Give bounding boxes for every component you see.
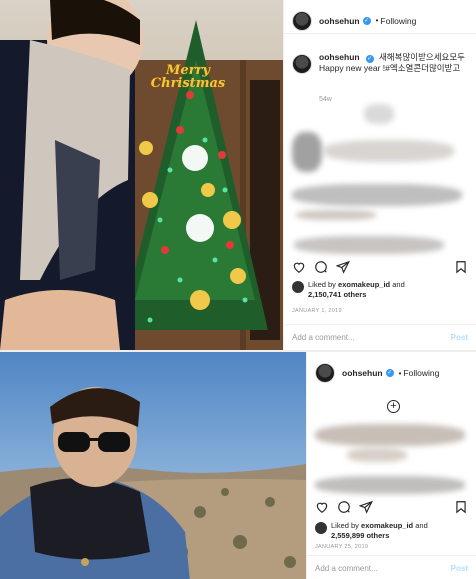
add-icon[interactable]: + [387, 400, 400, 413]
separator-dot: • [398, 368, 402, 378]
separator-dot: • [375, 16, 379, 25]
avatar[interactable] [315, 363, 335, 383]
obscured-comments [296, 210, 376, 220]
share-icon[interactable] [359, 500, 373, 514]
likes-text: Liked by exomakeup_id and 2,150,741 othe… [308, 280, 405, 300]
following-button[interactable]: Following [403, 368, 439, 378]
comment-input[interactable] [315, 564, 451, 573]
obscured-comments [347, 448, 407, 462]
post-2-photo [0, 352, 306, 579]
liker-avatar[interactable] [315, 522, 327, 534]
obscured-comments [294, 236, 444, 254]
obscured-comments [364, 104, 394, 124]
bookmark-icon[interactable] [454, 500, 468, 514]
liked-by-user[interactable]: exomakeup_id [361, 521, 413, 530]
post-2-photo-art [0, 352, 306, 579]
post-button[interactable]: Post [451, 333, 468, 342]
timestamp: 54w [319, 96, 332, 103]
liked-by-prefix: Liked by [331, 521, 359, 530]
likes-summary: Liked by exomakeup_id and 2,559,899 othe… [315, 521, 472, 541]
likes-text: Liked by exomakeup_id and 2,559,899 othe… [331, 521, 428, 541]
verified-icon: ✓ [362, 16, 371, 25]
liked-by-prefix: Liked by [308, 280, 336, 289]
comment-bar: Post [307, 555, 476, 579]
sign-line-2: Christmas [150, 76, 226, 91]
post-date: JANUARY 25, 2019 [315, 544, 369, 550]
comment-icon[interactable] [314, 260, 328, 274]
caption: oohsehun ✓ 새해복많이받으세요모두 Happy new year !#엑… [292, 52, 468, 74]
likes-count[interactable]: 2,150,741 others [308, 290, 366, 299]
post-2-actions [315, 500, 468, 514]
username-link[interactable]: oohsehun [319, 16, 360, 26]
merry-christmas-sign: Merry Christmas [140, 64, 236, 94]
liked-by-and: and [415, 521, 428, 530]
heart-icon[interactable] [315, 500, 329, 514]
verified-icon: ✓ [365, 55, 374, 63]
bookmark-icon[interactable] [454, 260, 468, 274]
post-1-photo-art [0, 0, 283, 350]
post-date: JANUARY 1, 2019 [292, 308, 342, 314]
avatar[interactable] [292, 10, 312, 31]
liked-by-and: and [392, 280, 405, 289]
post-button[interactable]: Post [451, 564, 468, 573]
post-1-header: oohsehun ✓ • Following [284, 8, 476, 34]
likes-summary: Liked by exomakeup_id and 2,150,741 othe… [292, 280, 472, 300]
share-icon[interactable] [336, 260, 350, 274]
post-1-panel: oohsehun ✓ • Following oohsehun ✓ 새해복많이받으… [283, 0, 476, 350]
following-button[interactable]: Following [380, 16, 416, 26]
username-link[interactable]: oohsehun [342, 368, 383, 378]
comment-input[interactable] [292, 333, 451, 342]
post-1-photo: Merry Christmas [0, 0, 283, 350]
obscured-comments [292, 132, 322, 172]
verified-icon: ✓ [385, 369, 394, 377]
caption-avatar[interactable] [292, 54, 312, 74]
post-2: oohsehun ✓ • Following + Liked by exomak… [0, 350, 476, 579]
post-1-actions [292, 260, 468, 274]
comment-bar: Post [284, 324, 476, 350]
caption-text-block: oohsehun ✓ 새해복많이받으세요모두 Happy new year !#엑… [319, 52, 468, 74]
obscured-comments [292, 184, 462, 206]
post-2-panel: oohsehun ✓ • Following + Liked by exomak… [306, 352, 476, 579]
obscured-comments [324, 140, 454, 162]
obscured-comments [315, 424, 465, 446]
post-2-header: oohsehun ✓ • Following [307, 360, 476, 386]
heart-icon[interactable] [292, 260, 306, 274]
liker-avatar[interactable] [292, 281, 304, 293]
post-1: Merry Christmas oohsehun ✓ • Following o… [0, 0, 476, 350]
comment-icon[interactable] [337, 500, 351, 514]
liked-by-user[interactable]: exomakeup_id [338, 280, 390, 289]
obscured-comments [315, 476, 465, 494]
caption-username[interactable]: oohsehun [319, 52, 360, 62]
likes-count[interactable]: 2,559,899 others [331, 531, 389, 540]
